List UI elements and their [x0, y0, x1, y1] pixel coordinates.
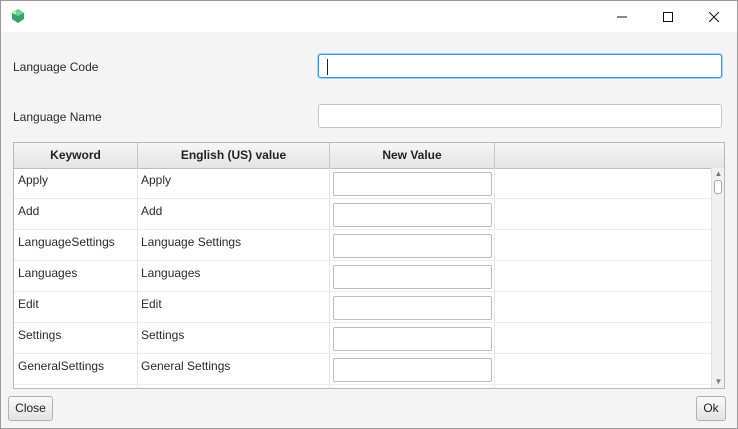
- language-name-label: Language Name: [13, 110, 102, 124]
- keyword-cell: Languages: [18, 266, 78, 280]
- column-header-filler: [495, 143, 724, 168]
- new-value-input[interactable]: [333, 327, 492, 351]
- english-value-cell: Add: [141, 204, 163, 218]
- title-bar: [1, 1, 737, 32]
- new-value-input[interactable]: [333, 296, 492, 320]
- english-value-cell: Languages: [141, 266, 201, 280]
- table-row[interactable]: Add Add: [14, 199, 711, 230]
- scroll-up-icon[interactable]: ▲: [714, 169, 723, 178]
- tree-icon: [12, 9, 24, 23]
- keyword-cell: GeneralSettings: [18, 359, 105, 373]
- dialog-window: Language Code Language Name Keyword Engl…: [0, 0, 738, 429]
- keyword-cell: Add: [18, 204, 40, 218]
- new-value-input[interactable]: [333, 265, 492, 289]
- maximize-button[interactable]: [645, 1, 691, 32]
- table-row[interactable]: GeneralSettings General Settings: [14, 354, 711, 385]
- vertical-scrollbar[interactable]: ▲ ▼: [711, 168, 724, 388]
- keyword-cell: Apply: [18, 173, 49, 187]
- keyword-cell: Settings: [18, 328, 62, 342]
- table-row[interactable]: Languages Languages: [14, 261, 711, 292]
- table-row[interactable]: Settings Settings: [14, 323, 711, 354]
- ok-button[interactable]: Ok: [696, 396, 726, 421]
- translation-table: Keyword English (US) value New Value App…: [13, 142, 725, 389]
- english-value-cell: Apply: [141, 173, 172, 187]
- column-header-english[interactable]: English (US) value: [138, 143, 330, 168]
- text-caret: [327, 59, 328, 75]
- new-value-input[interactable]: [333, 172, 492, 196]
- minimize-icon: [617, 16, 627, 17]
- keyword-cell: LanguageSettings: [18, 235, 115, 249]
- english-value-cell: Edit: [141, 297, 162, 311]
- table-row[interactable]: Edit Edit: [14, 292, 711, 323]
- keyword-cell: Edit: [18, 297, 39, 311]
- close-icon: [709, 11, 719, 22]
- table-row[interactable]: Apply Apply: [14, 168, 711, 199]
- close-button[interactable]: Close: [8, 396, 53, 421]
- maximize-icon: [663, 11, 673, 22]
- scroll-down-icon[interactable]: ▼: [714, 377, 723, 386]
- english-value-cell: Language Settings: [141, 235, 242, 249]
- column-header-new-value[interactable]: New Value: [330, 143, 495, 168]
- language-code-label: Language Code: [13, 60, 99, 74]
- english-value-cell: General Settings: [141, 359, 231, 373]
- table-header: Keyword English (US) value New Value: [14, 143, 724, 169]
- column-header-keyword[interactable]: Keyword: [14, 143, 138, 168]
- new-value-input[interactable]: [333, 358, 492, 382]
- minimize-button[interactable]: [599, 1, 645, 32]
- english-value-cell: Settings: [141, 328, 185, 342]
- table-row[interactable]: LanguageSettings Language Settings: [14, 230, 711, 261]
- scroll-thumb[interactable]: [714, 180, 722, 194]
- new-value-input[interactable]: [333, 234, 492, 258]
- language-name-input[interactable]: [318, 104, 722, 128]
- language-code-input[interactable]: [318, 54, 722, 78]
- close-window-button[interactable]: [691, 1, 737, 32]
- new-value-input[interactable]: [333, 203, 492, 227]
